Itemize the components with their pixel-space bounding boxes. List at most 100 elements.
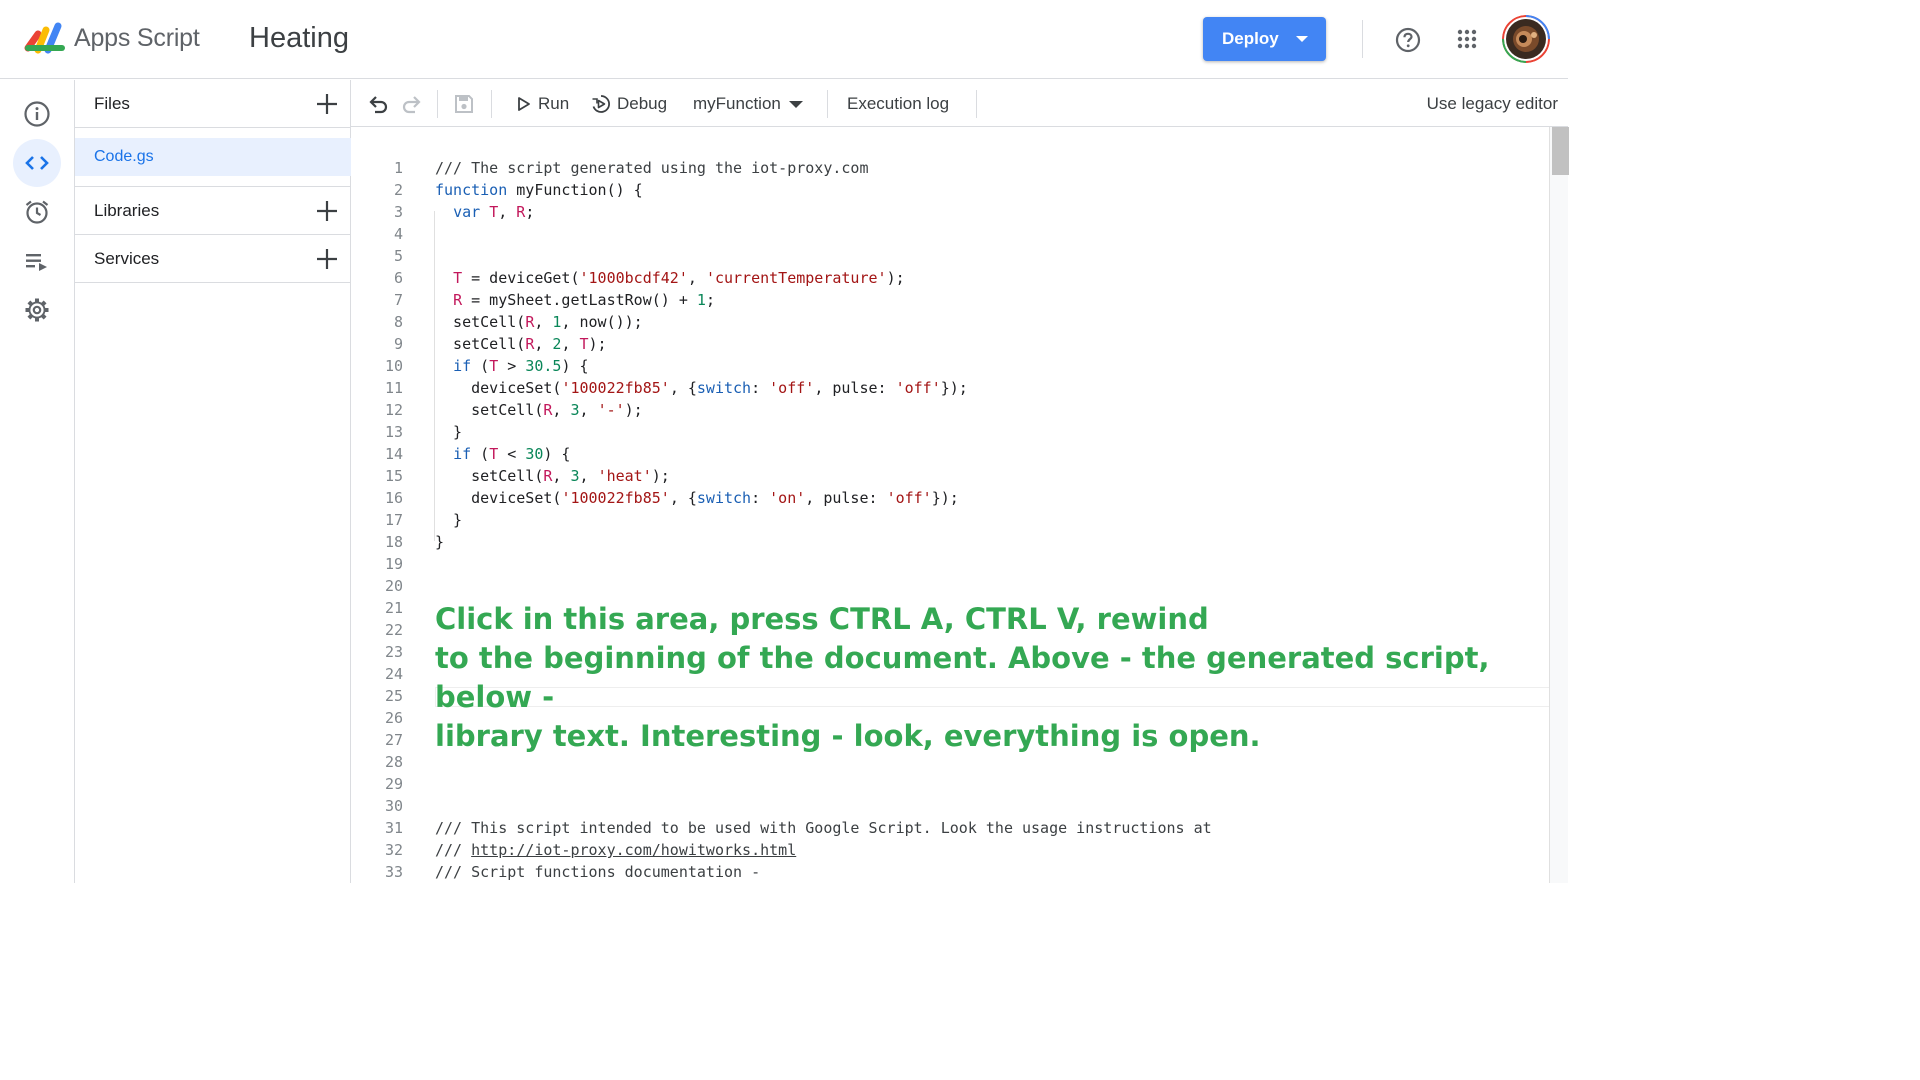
executions-button[interactable] xyxy=(13,237,61,285)
code-line[interactable] xyxy=(435,245,1535,267)
function-select[interactable]: myFunction xyxy=(693,80,803,127)
code-line[interactable]: R = mySheet.getLastRow() + 1; xyxy=(435,289,1535,311)
save-button[interactable] xyxy=(453,80,475,127)
code-line[interactable]: setCell(R, 3, '-'); xyxy=(435,399,1535,421)
debug-label: Debug xyxy=(617,93,668,113)
code-token: , { xyxy=(669,379,697,397)
undo-icon xyxy=(369,95,388,113)
account-avatar[interactable] xyxy=(1502,15,1550,63)
code-line[interactable] xyxy=(435,553,1535,575)
line-number: 24 xyxy=(384,665,403,683)
code-token: R xyxy=(525,313,535,331)
files-panel: Files Code.gs Libraries Services xyxy=(75,80,351,883)
code-token: setCell( xyxy=(435,401,544,419)
code-token: /// The script generated using the iot-p… xyxy=(435,159,869,177)
code-editor[interactable]: 1 2 3 4 5 6 7 8 9 10 11 12 13 14 15 16 17 18 19 20 21 22 23 24 2… xyxy=(351,127,1549,883)
code-line[interactable] xyxy=(435,795,1535,817)
code-token: ; xyxy=(705,291,715,309)
overview-button[interactable] xyxy=(13,90,61,138)
run-button[interactable]: Run xyxy=(516,80,569,127)
line-number: 21 xyxy=(384,599,403,617)
deploy-dropdown-icon[interactable] xyxy=(1296,36,1308,42)
add-service-icon[interactable] xyxy=(316,248,338,270)
code-token: ) { xyxy=(543,445,571,463)
code-token: R xyxy=(525,335,535,353)
code-line[interactable]: deviceSet('100022fb85', {switch: 'on', p… xyxy=(435,487,1535,509)
code-line[interactable]: setCell(R, 2, T); xyxy=(435,333,1535,355)
code-line[interactable]: } xyxy=(435,421,1535,443)
code-token: ( xyxy=(471,357,490,375)
undo-button[interactable] xyxy=(367,80,389,127)
editor-button[interactable] xyxy=(13,139,61,187)
code-line[interactable] xyxy=(435,223,1535,245)
line-number: 1 xyxy=(393,159,403,177)
code-line[interactable]: T = deviceGet('1000bcdf42', 'currentTemp… xyxy=(435,267,1535,289)
code-token: '100022fb85' xyxy=(561,379,670,397)
code-token: T xyxy=(489,445,499,463)
add-file-icon[interactable] xyxy=(316,93,338,115)
instruction-annotation: Click in this area, press CTRL A, CTRL V… xyxy=(435,600,1535,756)
editor-scrollbar[interactable] xyxy=(1549,127,1569,883)
line-number: 4 xyxy=(393,225,403,243)
file-item-code-gs[interactable]: Code.gs xyxy=(75,138,351,176)
code-line[interactable]: function myFunction() { xyxy=(435,179,1535,201)
code-content[interactable]: /// The script generated using the iot-p… xyxy=(435,157,1535,883)
code-line[interactable]: /// The script generated using the iot-p… xyxy=(435,157,1535,179)
code-token: < xyxy=(498,445,526,463)
code-line[interactable] xyxy=(435,773,1535,795)
debug-button[interactable]: Debug xyxy=(591,80,667,127)
line-number: 13 xyxy=(384,423,403,441)
code-token: if xyxy=(453,445,472,463)
code-line[interactable]: var T, R; xyxy=(435,201,1535,223)
line-number: 33 xyxy=(384,863,403,881)
redo-button[interactable] xyxy=(401,80,423,127)
code-line[interactable]: setCell(R, 1, now()); xyxy=(435,311,1535,333)
code-token: /// Script functions documentation - xyxy=(435,863,761,881)
code-line[interactable]: /// Script functions documentation - xyxy=(435,861,1535,883)
line-number: 29 xyxy=(384,775,403,793)
code-line[interactable] xyxy=(435,575,1535,597)
google-apps-icon[interactable] xyxy=(1457,29,1477,49)
deploy-label: Deploy xyxy=(1222,29,1279,48)
code-line[interactable]: setCell(R, 3, 'heat'); xyxy=(435,465,1535,487)
code-line[interactable]: /// This script intended to be used with… xyxy=(435,817,1535,839)
line-number: 6 xyxy=(393,269,403,287)
code-token: , pulse: xyxy=(814,379,896,397)
line-number-gutter: 1 2 3 4 5 6 7 8 9 10 11 12 13 14 15 16 17 18 19 20 21 22 23 24 2… xyxy=(351,157,403,883)
help-icon[interactable] xyxy=(1395,27,1421,53)
code-token: , xyxy=(498,203,517,221)
code-link[interactable]: http://iot-proxy.com/howitworks.html xyxy=(471,841,796,859)
line-number: 8 xyxy=(393,313,403,331)
code-line[interactable]: deviceSet('100022fb85', {switch: 'off', … xyxy=(435,377,1535,399)
annotation-line: to the beginning of the document. Above … xyxy=(435,641,1490,714)
code-line[interactable]: } xyxy=(435,509,1535,531)
scrollbar-thumb[interactable] xyxy=(1552,127,1569,175)
code-line[interactable]: /// http://iot-proxy.com/howitworks.html xyxy=(435,839,1535,861)
use-legacy-editor-button[interactable]: Use legacy editor xyxy=(1427,80,1558,127)
code-token: : xyxy=(751,379,770,397)
code-line[interactable]: if (T < 30) { xyxy=(435,443,1535,465)
code-token: , { xyxy=(669,489,697,507)
code-token: '100022fb85' xyxy=(561,489,670,507)
toolbar-divider xyxy=(976,90,977,118)
code-token: 1 xyxy=(696,291,706,309)
triggers-button[interactable] xyxy=(13,188,61,236)
add-library-icon[interactable] xyxy=(316,200,338,222)
settings-button[interactable] xyxy=(13,286,61,334)
execution-log-button[interactable]: Execution log xyxy=(847,80,949,127)
code-token: }); xyxy=(940,379,968,397)
app-name[interactable]: Apps Script xyxy=(74,24,200,53)
line-number: 31 xyxy=(384,819,403,837)
code-line[interactable]: if (T > 30.5) { xyxy=(435,355,1535,377)
code-token: R xyxy=(516,203,526,221)
code-token: ; xyxy=(525,203,535,221)
code-token: 'on' xyxy=(769,489,806,507)
toolbar-divider xyxy=(437,90,438,118)
project-title[interactable]: Heating xyxy=(249,22,349,55)
libraries-header: Libraries xyxy=(75,186,351,235)
deploy-button[interactable]: Deploy xyxy=(1203,17,1326,61)
apps-script-logo-icon[interactable] xyxy=(24,20,66,56)
code-line[interactable]: } xyxy=(435,531,1535,553)
